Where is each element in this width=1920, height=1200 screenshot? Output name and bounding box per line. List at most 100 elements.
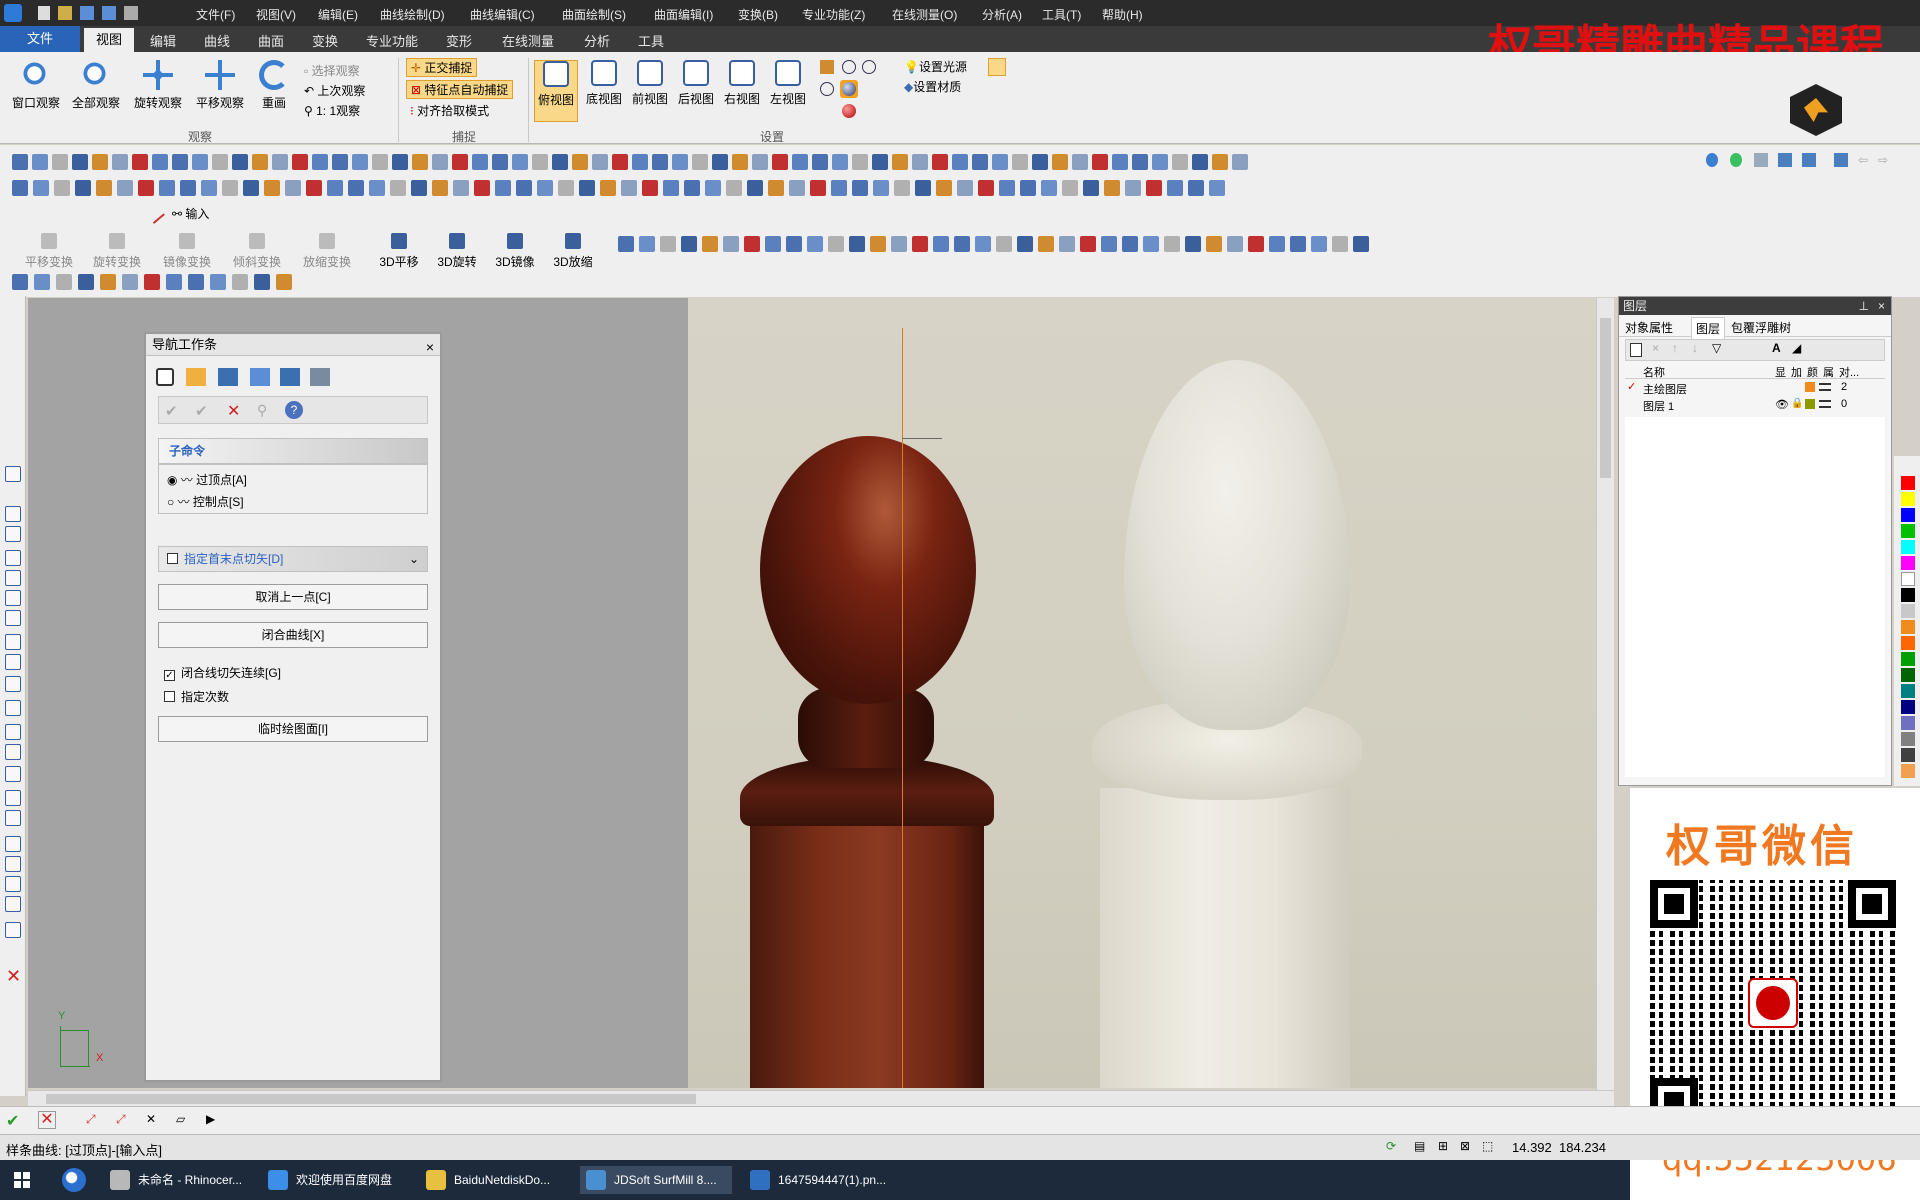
toolbar-tool-icon[interactable] <box>684 180 700 196</box>
toolbar-tool-icon[interactable] <box>332 154 348 170</box>
layer-color-swatch[interactable] <box>1805 399 1815 409</box>
scroll-thumb[interactable] <box>46 1094 696 1104</box>
toolbar-tool-icon[interactable] <box>232 274 248 290</box>
confirm-continue-icon[interactable]: ✔ <box>195 402 208 420</box>
toolbar-tool-icon[interactable] <box>180 180 196 196</box>
ortho-snap-toggle[interactable]: ✛ 正交捕捉 <box>406 58 478 77</box>
confirm-icon[interactable]: ✔ <box>6 1111 24 1130</box>
toolbar-tool-icon[interactable] <box>96 180 112 196</box>
toolbar-tool-icon[interactable] <box>936 180 952 196</box>
toolbar-tool-icon[interactable] <box>992 154 1008 170</box>
rotate-view-button[interactable]: 旋转观察 <box>128 60 188 111</box>
toolbar-tool-icon[interactable] <box>1012 154 1028 170</box>
menu-item[interactable]: 曲线绘制(D) <box>380 6 445 23</box>
color-swatch[interactable] <box>1901 684 1915 698</box>
toolbar-tool-icon[interactable] <box>600 180 616 196</box>
taskbar-item[interactable]: 欢迎使用百度网盘 <box>262 1166 414 1194</box>
toolbar-tool-icon[interactable] <box>723 236 739 252</box>
toolbar-tool-icon[interactable] <box>828 236 844 252</box>
toolbar-tool-icon[interactable] <box>292 154 308 170</box>
toolbar-tool-icon[interactable] <box>1248 236 1264 252</box>
toolbar-tool-icon[interactable] <box>34 274 50 290</box>
radio-pass-point[interactable]: ◉ 〰 过顶点[A] <box>167 471 247 488</box>
box-icon[interactable] <box>820 60 834 74</box>
toolbar-tool-icon[interactable] <box>702 236 718 252</box>
toolbar-tool-icon[interactable] <box>1212 154 1228 170</box>
color-swatch[interactable] <box>1901 540 1915 554</box>
close-icon[interactable]: × <box>1878 297 1885 315</box>
select-view-button[interactable]: ▫ 选择观察 <box>304 62 360 79</box>
toolbar-tool-icon[interactable] <box>132 154 148 170</box>
nav-tab-icon[interactable] <box>280 368 300 386</box>
toolbar-tool-icon[interactable] <box>495 180 511 196</box>
temp-drawing-plane-button[interactable]: 临时绘图面[I] <box>158 716 428 742</box>
confirm-icon[interactable]: ✔ <box>165 402 178 420</box>
toolbar-tool-icon[interactable] <box>996 236 1012 252</box>
color-swatch[interactable] <box>1901 716 1915 730</box>
snap-intersection-icon[interactable]: ✕ <box>146 1112 156 1126</box>
checkbox[interactable] <box>167 553 178 564</box>
toolbar-tool-icon[interactable] <box>532 154 548 170</box>
transform-button[interactable]: 倾斜变换 <box>228 233 286 270</box>
toolbar-tool-icon[interactable] <box>954 236 970 252</box>
toolbar-tool-icon[interactable] <box>212 154 228 170</box>
toolbar-tool-icon[interactable] <box>932 154 948 170</box>
toolbar-tool-icon[interactable] <box>712 154 728 170</box>
filter-icon[interactable]: ▽ <box>1712 341 1721 355</box>
toolbar-tool-icon[interactable] <box>1143 236 1159 252</box>
tab-layers[interactable]: 图层 <box>1691 317 1726 339</box>
toolbar-tool-icon[interactable] <box>159 180 175 196</box>
sphere-blue-icon[interactable] <box>842 82 856 96</box>
toolbar-tool-icon[interactable] <box>852 180 868 196</box>
toolbar-tool-icon[interactable] <box>1092 154 1108 170</box>
triangle-icon[interactable]: ◢ <box>1792 341 1801 355</box>
ortho-icon[interactable]: ⊠ <box>1460 1139 1470 1153</box>
toolbar-tool-icon[interactable] <box>188 274 204 290</box>
toolbar-tool-icon[interactable] <box>100 274 116 290</box>
toolbar-tool-icon[interactable] <box>892 154 908 170</box>
toolbar-tool-icon[interactable] <box>912 154 928 170</box>
toolbar-tool-icon[interactable] <box>552 154 568 170</box>
toolbar-tool-icon[interactable] <box>772 154 788 170</box>
toolbar-tool-icon[interactable] <box>56 274 72 290</box>
back-view-button[interactable]: 后视图 <box>674 60 718 107</box>
preview-icon[interactable]: ⚲ <box>257 402 267 419</box>
toolbar-tool-icon[interactable] <box>621 180 637 196</box>
toolbar-tool-icon[interactable] <box>812 154 828 170</box>
layer-icon[interactable] <box>1778 153 1792 167</box>
close-icon[interactable]: × <box>426 336 434 358</box>
toolbar-tool-icon[interactable] <box>1083 180 1099 196</box>
transform-button[interactable]: 平移变换 <box>20 233 78 270</box>
toolbar-tool-icon[interactable] <box>1209 180 1225 196</box>
tab-edit[interactable]: 编辑 <box>150 31 176 50</box>
input-label[interactable]: ⚯ 输入 <box>172 205 209 222</box>
layer-row[interactable]: 图层 1 👁 🔒 0 <box>1625 396 1885 413</box>
front-view-button[interactable]: 前视图 <box>628 60 672 107</box>
tab-curve[interactable]: 曲线 <box>204 31 230 50</box>
toolbar-tool-icon[interactable] <box>579 180 595 196</box>
layer-row[interactable]: ✓ 主绘图层 2 <box>1625 379 1885 396</box>
toolbar-tool-icon[interactable] <box>453 180 469 196</box>
transform-button[interactable]: 3D平移 <box>370 233 428 270</box>
toolbar-tool-icon[interactable] <box>272 154 288 170</box>
toolbar-tool-icon[interactable] <box>1172 154 1188 170</box>
tools-icon[interactable] <box>124 6 138 20</box>
toolbar-tool-icon[interactable] <box>201 180 217 196</box>
layer-icon[interactable] <box>1754 153 1768 167</box>
toolbar-tool-icon[interactable] <box>33 180 49 196</box>
toolbar-tool-icon[interactable] <box>1104 180 1120 196</box>
toolbar-tool-icon[interactable] <box>32 154 48 170</box>
toolbar-tool-icon[interactable] <box>978 180 994 196</box>
toolbar-tool-icon[interactable] <box>512 154 528 170</box>
snap-endpoint-icon[interactable]: ⤢ <box>86 1112 96 1127</box>
redraw-button[interactable]: 重画 <box>244 60 304 111</box>
toolbar-tool-icon[interactable] <box>789 180 805 196</box>
toolbar-tool-icon[interactable] <box>369 180 385 196</box>
all-view-button[interactable]: 全部观察 <box>66 60 126 111</box>
save-as-icon[interactable] <box>102 6 116 20</box>
checkbox[interactable] <box>164 691 175 702</box>
toolbar-tool-icon[interactable] <box>432 154 448 170</box>
toolbar-tool-icon[interactable] <box>1032 154 1048 170</box>
browser-icon[interactable] <box>62 1168 86 1192</box>
move-up-icon[interactable]: ↑ <box>1672 341 1678 355</box>
